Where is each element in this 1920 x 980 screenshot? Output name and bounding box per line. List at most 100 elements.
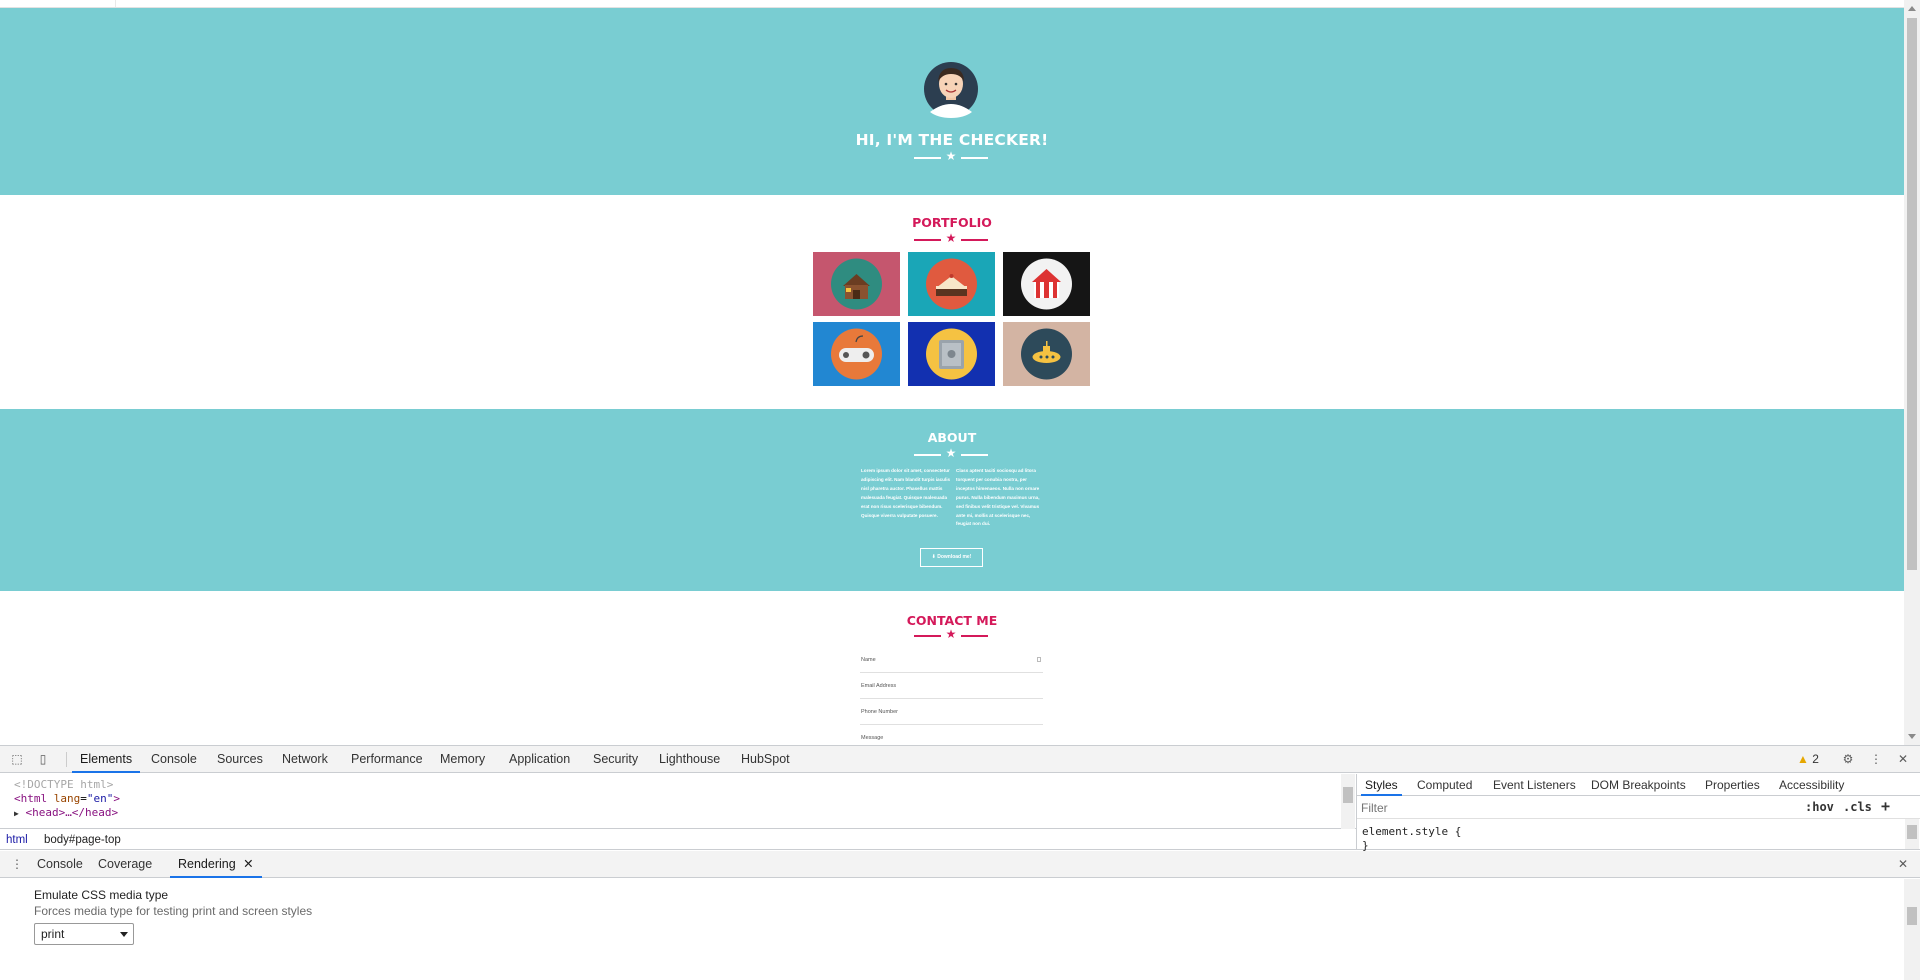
- scroll-down-icon[interactable]: [1908, 734, 1916, 739]
- autofill-icon[interactable]: [1037, 657, 1041, 662]
- tab-performance[interactable]: Performance: [351, 746, 423, 773]
- html-node[interactable]: <html lang="en">: [14, 792, 120, 806]
- doctype-node[interactable]: <!DOCTYPE html>: [14, 778, 113, 792]
- more-options-icon[interactable]: ⋮: [1869, 752, 1883, 766]
- elements-scrollbar[interactable]: [1341, 774, 1355, 829]
- email-field[interactable]: Email Address: [860, 677, 1043, 699]
- devtools-toolbar: ⬚ ▯ Elements Console Sources Network Per…: [0, 746, 1920, 773]
- phone-field[interactable]: Phone Number: [860, 703, 1043, 725]
- scrollbar-thumb[interactable]: [1907, 18, 1917, 570]
- portfolio-item-safe[interactable]: [908, 322, 995, 386]
- safe-icon: [926, 328, 977, 380]
- drawer-menu-icon[interactable]: ⋮: [10, 857, 24, 871]
- scroll-up-icon[interactable]: [1908, 6, 1916, 11]
- elements-tree: <!DOCTYPE html> <html lang="en"> ▶ <head…: [0, 774, 1356, 829]
- cabin-icon: [831, 258, 882, 310]
- styles-pane: Styles Computed Event Listeners DOM Brea…: [1356, 774, 1920, 853]
- tab-application[interactable]: Application: [509, 746, 570, 773]
- styles-scrollbar[interactable]: [1905, 819, 1919, 849]
- about-title: ABOUT: [927, 430, 977, 445]
- portfolio-item-circus[interactable]: [1003, 252, 1090, 316]
- portfolio-item-cabin[interactable]: [813, 252, 900, 316]
- tab-event-listeners[interactable]: Event Listeners: [1493, 774, 1576, 796]
- expand-triangle-icon[interactable]: ▶: [14, 809, 19, 818]
- tab-elements[interactable]: Elements: [72, 746, 141, 773]
- about-section: ABOUT ★ Lorem ipsum dolor sit amet, cons…: [0, 409, 1904, 591]
- warnings-badge[interactable]: ▲ 2: [1797, 746, 1819, 773]
- page-scrollbar[interactable]: [1904, 0, 1920, 745]
- devtools-panel: ⬚ ▯ Elements Console Sources Network Per…: [0, 745, 1920, 980]
- tab-accessibility[interactable]: Accessibility: [1779, 774, 1844, 796]
- portfolio-item-cake[interactable]: [908, 252, 995, 316]
- tab-network[interactable]: Network: [282, 746, 328, 773]
- breadcrumb-html[interactable]: html: [6, 830, 28, 850]
- breadcrumb-body[interactable]: body#page-top: [44, 830, 121, 850]
- about-text-right: Class aptent taciti sociosqu ad litora t…: [956, 468, 1040, 527]
- portfolio-divider: ★: [914, 231, 988, 246]
- game-controller-icon: [831, 328, 882, 380]
- about-divider: ★: [914, 446, 988, 461]
- download-label: Download me!: [937, 554, 972, 560]
- contact-divider: ★: [914, 627, 988, 642]
- tab-memory[interactable]: Memory: [440, 746, 485, 773]
- html-tag: <html: [14, 792, 48, 805]
- download-icon: ⬇: [931, 554, 936, 560]
- emulate-media-description: Forces media type for testing print and …: [34, 904, 313, 918]
- cls-toggle[interactable]: .cls: [1843, 800, 1872, 814]
- about-text-left: Lorem ipsum dolor sit amet, consectetur …: [861, 468, 951, 518]
- emulate-media-title: Emulate CSS media type: [34, 888, 169, 902]
- close-devtools-icon[interactable]: ✕: [1896, 752, 1910, 766]
- message-field[interactable]: Message: [860, 729, 1043, 745]
- lang-value: "en": [86, 792, 114, 805]
- rendering-scrollbar[interactable]: [1904, 879, 1920, 980]
- circus-tent-icon: [1021, 258, 1072, 310]
- download-button[interactable]: ⬇ Download me!: [920, 548, 983, 567]
- styles-tabs: Styles Computed Event Listeners DOM Brea…: [1357, 774, 1920, 796]
- portfolio-item-submarine[interactable]: [1003, 322, 1090, 386]
- webpage-viewport: HI, I'M THE CHECKER! ★ PORTFOLIO ★ ABOUT…: [0, 0, 1920, 745]
- settings-icon[interactable]: ⚙: [1841, 752, 1855, 766]
- styles-filter-bar: :hov .cls +: [1357, 797, 1920, 819]
- avatar: [924, 62, 978, 118]
- tab-dom-breakpoints[interactable]: DOM Breakpoints: [1591, 774, 1686, 796]
- drawer-tab-coverage[interactable]: Coverage: [98, 851, 152, 878]
- tab-properties[interactable]: Properties: [1705, 774, 1760, 796]
- media-type-select[interactable]: print: [34, 923, 134, 945]
- hero-divider: ★: [914, 149, 988, 164]
- tab-computed[interactable]: Computed: [1417, 774, 1472, 796]
- cake-icon: [926, 258, 977, 310]
- hov-toggle[interactable]: :hov: [1805, 800, 1834, 814]
- device-toolbar-icon[interactable]: ▯: [36, 752, 50, 766]
- star-icon: ★: [945, 231, 957, 245]
- close-drawer-icon[interactable]: ✕: [1896, 857, 1910, 871]
- styles-filter-input[interactable]: [1361, 799, 1799, 817]
- tab-security[interactable]: Security: [593, 746, 638, 773]
- hero-title: HI, I'M THE CHECKER!: [855, 131, 1049, 149]
- warning-icon: ▲: [1797, 752, 1809, 766]
- element-style-rule[interactable]: element.style { }: [1362, 825, 1461, 853]
- star-icon: ★: [945, 446, 957, 460]
- new-style-rule-icon[interactable]: +: [1881, 797, 1890, 815]
- tab-hubspot[interactable]: HubSpot: [741, 746, 790, 773]
- drawer-tab-rendering[interactable]: Rendering ✕: [170, 851, 262, 878]
- star-icon: ★: [945, 627, 957, 641]
- tab-sources[interactable]: Sources: [217, 746, 263, 773]
- top-strip: [0, 0, 1904, 8]
- inspect-element-icon[interactable]: ⬚: [10, 752, 24, 766]
- name-field[interactable]: Name: [860, 651, 1043, 673]
- portfolio-item-game[interactable]: [813, 322, 900, 386]
- drawer-tabs: ⋮ Console Coverage Rendering ✕ ✕: [0, 851, 1920, 878]
- message-field-label: Message: [861, 735, 884, 741]
- close-tab-icon[interactable]: ✕: [243, 857, 253, 871]
- media-type-value: print: [41, 927, 65, 941]
- breadcrumb: html body#page-top: [0, 830, 1356, 850]
- tab-lighthouse[interactable]: Lighthouse: [659, 746, 720, 773]
- tab-console[interactable]: Console: [151, 746, 197, 773]
- star-icon: ★: [945, 149, 957, 163]
- tab-styles[interactable]: Styles: [1361, 774, 1402, 796]
- chevron-down-icon: [120, 932, 128, 937]
- drawer-tab-console[interactable]: Console: [37, 851, 83, 878]
- head-node[interactable]: ▶ <head>…</head>: [14, 806, 118, 821]
- submarine-icon: [1021, 328, 1072, 380]
- rendering-panel: Emulate CSS media type Forces media type…: [0, 879, 1904, 980]
